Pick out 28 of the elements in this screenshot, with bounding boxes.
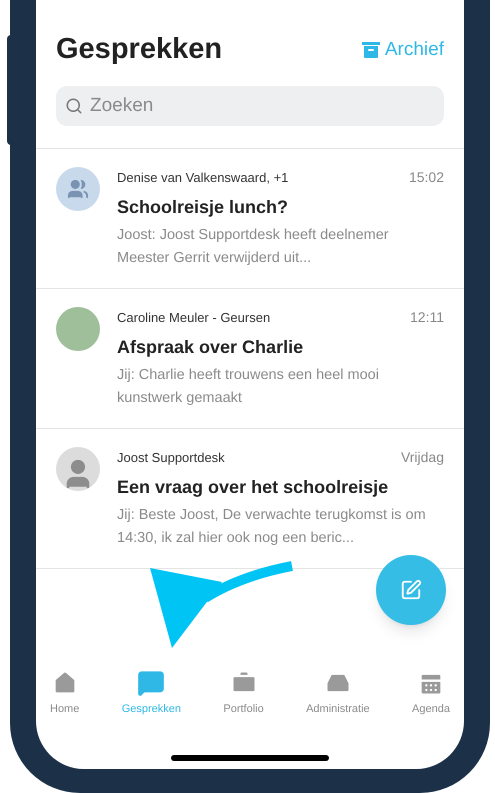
speech-bubble-icon <box>137 668 166 696</box>
tab-bar-item[interactable]: Gesprekken <box>122 668 182 717</box>
conversation-subject: Afspraak over Charlie <box>117 336 304 359</box>
person-avatar <box>56 446 100 490</box>
participants: Joost Supportdesk <box>117 448 225 467</box>
tab-bar-item[interactable]: Administratie <box>306 668 370 717</box>
compose-icon <box>400 579 422 601</box>
archive-link[interactable]: Archief <box>358 36 444 64</box>
message-time: 12:11 <box>410 308 444 326</box>
photo-placeholder <box>56 306 100 350</box>
message-time: 15:02 <box>408 168 444 186</box>
tab-bar-item[interactable]: Agenda <box>412 668 450 717</box>
participants: Caroline Meuler - Geursen <box>117 308 270 326</box>
page-title: Gesprekken <box>56 32 222 67</box>
search-field[interactable]: Zoeken <box>56 86 444 126</box>
message-preview: Jij: Charlie heeft trouwens een heel mooi kunstwerk gemaakt <box>117 366 380 408</box>
tab-bar-item[interactable]: Home <box>50 668 80 717</box>
conversation-subject: Schoolreisje lunch? <box>117 196 290 219</box>
message-time: Vrijdag <box>400 448 444 467</box>
tab-bar-item[interactable]: Portfolio <box>223 668 264 717</box>
conversation-row[interactable]: Denise van Valkenswaard, +1 15:02 Schoolreisje lunch? Joost: Joost Supportdesk heeft deelnemer Meester Gerrit verwijderd uit... <box>36 148 464 288</box>
participants: Denise van Valkenswaard, +1 <box>117 168 288 186</box>
conversation-subject: Een vraag over het schoolreisje <box>117 476 390 499</box>
group-avatar <box>56 166 100 210</box>
conversation-row[interactable]: Caroline Meuler - Geursen 12:11 Afspraak over Charlie Jij: Charlie heeft trouwens een heel mooi kunstwerk gemaakt <box>36 288 464 428</box>
message-preview: Jij: Beste Joost, De verwachte terugkomst is om 14:30, ik zal hier ook nog een beric... <box>117 506 427 548</box>
search-icon <box>65 96 83 114</box>
message-preview: Joost: Joost Supportdesk heeft deelnemer Meester Gerrit verwijderd uit... <box>117 226 390 268</box>
